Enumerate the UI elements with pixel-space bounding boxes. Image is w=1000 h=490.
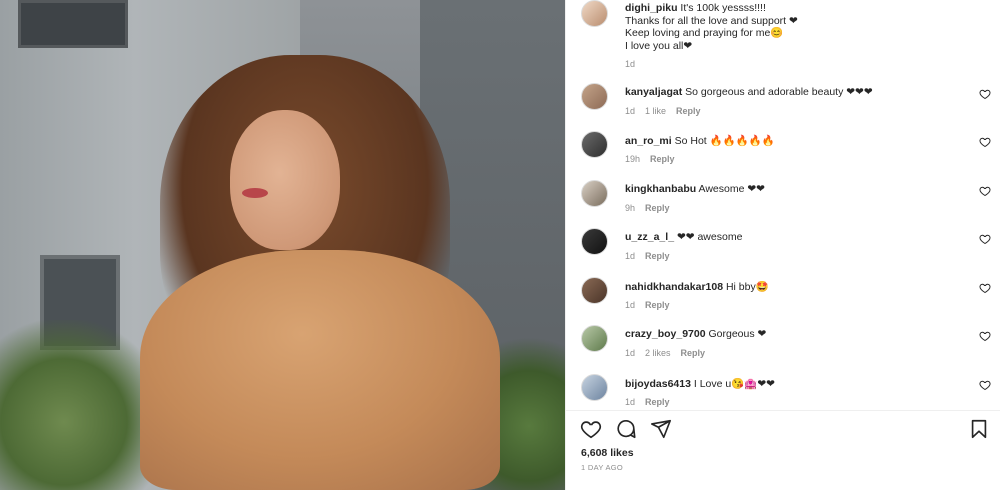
heart-outline-icon[interactable] [979,330,991,342]
heart-outline-icon[interactable] [979,379,991,391]
share-icon[interactable] [650,418,672,440]
comment-text: Gorgeous ❤ [708,328,767,340]
comment-item: bijoydas6413 I Love u😘🏩❤❤ 1d Reply [566,374,1000,422]
background-window [18,0,128,48]
caption-line: Thanks for all the love and support ❤ [625,14,798,27]
caption-time[interactable]: 1d [625,59,635,69]
heart-outline-icon[interactable] [979,233,991,245]
comment-time[interactable]: 1d [625,251,635,261]
heart-outline-icon[interactable] [979,136,991,148]
reply-button[interactable]: Reply [645,300,670,310]
comment-text: So gorgeous and adorable beauty ❤❤❤ [685,86,873,98]
comment-time[interactable]: 1d [625,348,635,358]
comment-like-count[interactable]: 1 like [645,106,666,116]
comment-icon[interactable] [615,418,637,440]
comment-username[interactable]: crazy_boy_9700 [625,328,706,340]
comment-text: I Love u😘🏩❤❤ [693,378,775,390]
reply-button[interactable]: Reply [645,203,670,213]
comment-username[interactable]: u_zz_a_l_ [625,231,674,243]
background-plants [0,320,160,490]
heart-outline-icon[interactable] [979,185,991,197]
like-count[interactable]: 6,608 likes [581,447,634,459]
reply-button[interactable]: Reply [645,251,670,261]
comment-item: kingkhanbabu Awesome ❤❤ 9h Reply [566,180,1000,228]
comment-like-count[interactable]: 2 likes [645,348,671,358]
post-photo [0,0,565,490]
reply-button[interactable]: Reply [681,348,706,358]
comment-item: nahidkhandakar108 Hi bby🤩 1d Reply [566,277,1000,325]
heart-outline-icon[interactable] [979,88,991,100]
comment-item: crazy_boy_9700 Gorgeous ❤ 1d 2 likes Reply [566,325,1000,373]
comment-username[interactable]: an_ro_mi [625,135,672,147]
comment-text: Hi bby🤩 [725,281,769,293]
divider [566,410,1000,411]
post-timestamp[interactable]: 1 DAY AGO [581,463,623,472]
comment-time[interactable]: 1d [625,397,635,407]
reply-button[interactable]: Reply [645,397,670,407]
comment-item: u_zz_a_l_ ❤❤ awesome 1d Reply [566,228,1000,276]
comment-time[interactable]: 19h [625,154,640,164]
comment-time[interactable]: 1d [625,106,635,116]
bookmark-icon[interactable] [968,418,990,440]
comments-panel: dighi_piku It's 100k yessss!!!! Thanks f… [565,0,1000,490]
subject-shirt [140,250,500,490]
commenter-avatar[interactable] [581,180,608,207]
post-caption: dighi_piku It's 100k yessss!!!! Thanks f… [566,0,1000,78]
author-avatar[interactable] [581,0,608,27]
comment-username[interactable]: kingkhanbabu [625,183,696,195]
reply-button[interactable]: Reply [676,106,701,116]
commenter-avatar[interactable] [581,131,608,158]
comment-username[interactable]: nahidkhandakar108 [625,281,723,293]
caption-line: Keep loving and praying for me😊 [625,27,784,39]
reply-button[interactable]: Reply [650,154,675,164]
author-username[interactable]: dighi_piku [625,2,678,14]
heart-outline-icon[interactable] [979,282,991,294]
comment-item: an_ro_mi So Hot 🔥🔥🔥🔥🔥 19h Reply [566,131,1000,179]
comment-username[interactable]: kanyaljagat [625,86,682,98]
caption-line: I love you all❤ [625,39,693,52]
caption-line: It's 100k yessss!!!! [680,2,766,14]
comment-username[interactable]: bijoydas6413 [625,378,691,390]
commenter-avatar[interactable] [581,374,608,401]
subject-lips [242,188,268,198]
comment-time[interactable]: 1d [625,300,635,310]
post-actions [566,416,1000,442]
comment-text: ❤❤ awesome [676,231,743,243]
commenter-avatar[interactable] [581,83,608,110]
commenter-avatar[interactable] [581,228,608,255]
comment-text: Awesome ❤❤ [698,183,765,195]
comment-text: So Hot 🔥🔥🔥🔥🔥 [674,135,775,147]
commenter-avatar[interactable] [581,325,608,352]
comment-item: kanyaljagat So gorgeous and adorable bea… [566,83,1000,131]
subject-face [230,110,340,250]
comment-time[interactable]: 9h [625,203,635,213]
heart-icon[interactable] [580,418,602,440]
commenter-avatar[interactable] [581,277,608,304]
